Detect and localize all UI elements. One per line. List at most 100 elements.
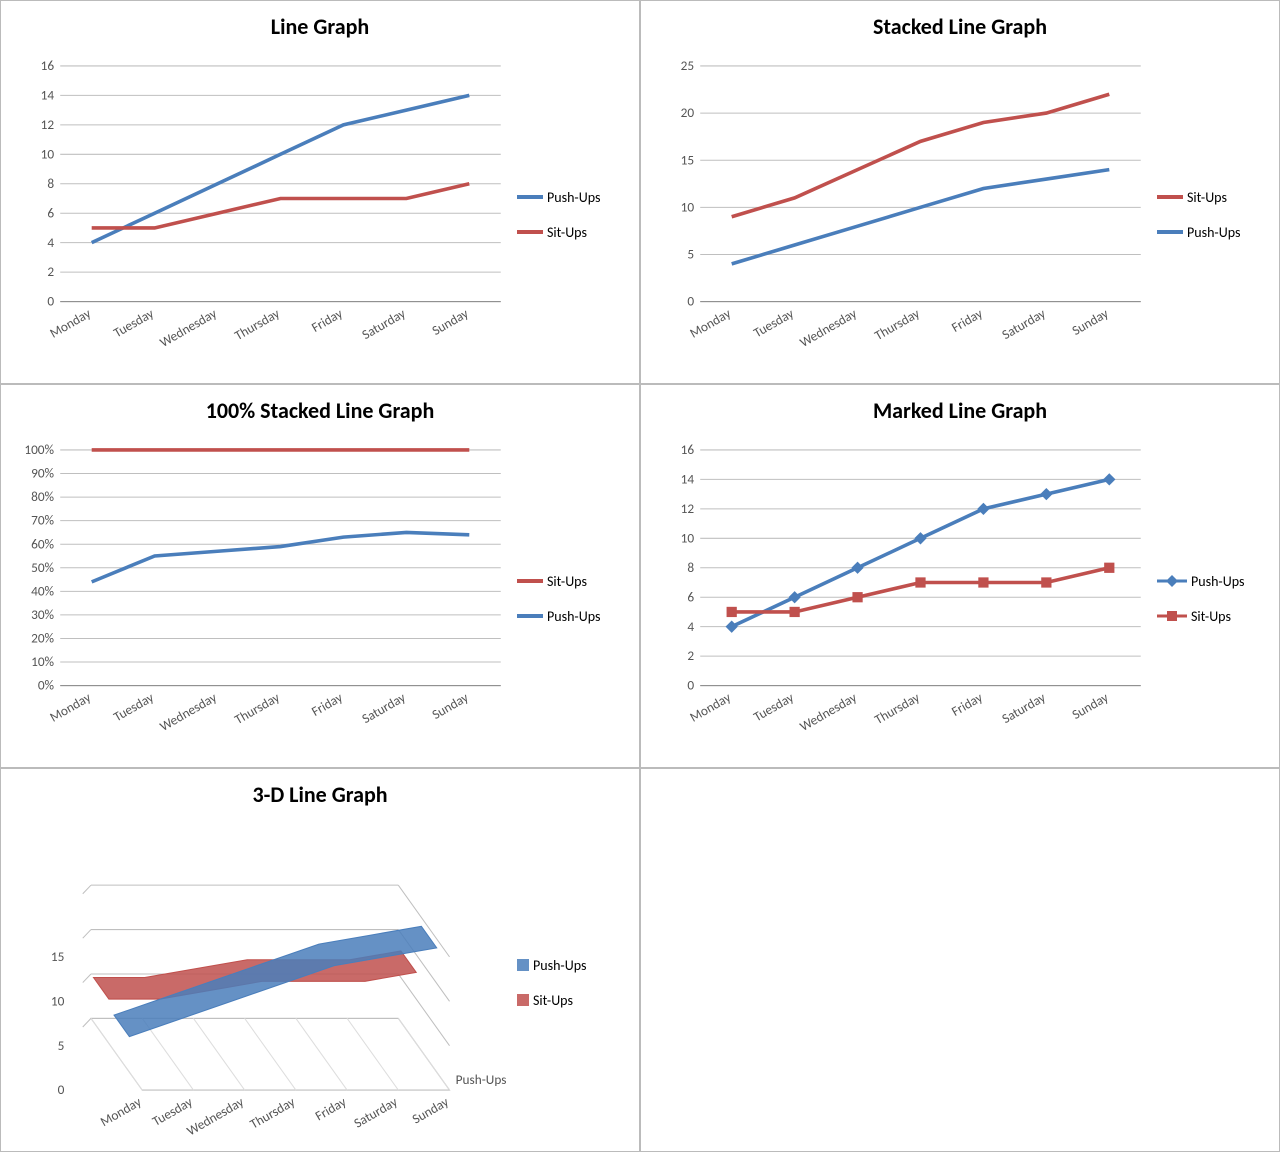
svg-text:Friday: Friday	[312, 1093, 349, 1124]
svg-text:Sunday: Sunday	[429, 305, 471, 339]
svg-text:10: 10	[681, 198, 695, 215]
legend-label: Sit-Ups	[547, 573, 587, 590]
legend-item: Sit-Ups	[1157, 189, 1271, 206]
svg-text:Thursday: Thursday	[231, 305, 282, 344]
legend-item: Push-Ups	[517, 608, 631, 625]
chart-svg: 0246810121416MondayTuesdayWednesdayThurs…	[649, 434, 1151, 763]
svg-text:Wednesday: Wednesday	[797, 305, 860, 351]
svg-text:70%: 70%	[31, 512, 54, 529]
svg-text:10%: 10%	[31, 653, 54, 670]
chart-svg: 0510152025MondayTuesdayWednesdayThursday…	[649, 50, 1151, 379]
chart-svg: 0246810121416MondayTuesdayWednesdayThurs…	[9, 50, 511, 379]
plot-area: 0%10%20%30%40%50%60%70%80%90%100%MondayT…	[9, 434, 511, 763]
svg-text:6: 6	[47, 204, 54, 221]
chart-panel-stacked: Stacked Line Graph0510152025MondayTuesda…	[641, 1, 1279, 383]
legend: Push-UpsSit-Ups	[511, 818, 631, 1147]
svg-text:Tuesday: Tuesday	[750, 689, 796, 726]
svg-text:Sunday: Sunday	[409, 1093, 451, 1127]
svg-text:12: 12	[41, 116, 55, 133]
svg-text:5: 5	[58, 1037, 65, 1054]
legend: Push-Ups Sit-Ups	[511, 50, 631, 379]
svg-text:Monday: Monday	[687, 305, 734, 342]
svg-text:20: 20	[681, 104, 695, 121]
legend-item: Push-Ups	[1157, 573, 1271, 590]
svg-text:Monday: Monday	[97, 1093, 144, 1130]
svg-text:Tuesday: Tuesday	[110, 305, 156, 342]
legend-label: Push-Ups	[1191, 573, 1244, 590]
legend-label: Push-Ups	[533, 957, 586, 974]
svg-text:25: 25	[681, 57, 694, 74]
svg-text:40%: 40%	[31, 582, 54, 599]
chart-panel-line: Line Graph0246810121416MondayTuesdayWedn…	[1, 1, 639, 383]
svg-text:50%: 50%	[31, 559, 54, 576]
svg-text:Friday: Friday	[308, 305, 345, 336]
svg-text:90%: 90%	[31, 465, 54, 482]
legend: Sit-Ups Push-Ups	[1151, 50, 1271, 379]
plot-area: 0246810121416MondayTuesdayWednesdayThurs…	[649, 434, 1151, 763]
chart-svg: 0%10%20%30%40%50%60%70%80%90%100%MondayT…	[9, 434, 511, 763]
svg-text:0: 0	[58, 1081, 65, 1098]
legend-item: Sit-Ups	[1157, 608, 1271, 625]
chart-title: Marked Line Graph	[649, 397, 1271, 424]
svg-text:16: 16	[41, 57, 55, 74]
svg-text:15: 15	[51, 948, 64, 965]
svg-text:10: 10	[51, 992, 65, 1009]
svg-text:2: 2	[47, 263, 54, 280]
legend-label: Push-Ups	[547, 608, 600, 625]
chart-panel-3d: 3-D Line Graph051015MondayTuesdayWednesd…	[1, 769, 639, 1151]
svg-text:8: 8	[687, 559, 694, 576]
legend-item: Push-Ups	[517, 189, 631, 206]
svg-text:Saturday: Saturday	[351, 1093, 401, 1131]
svg-text:Push-Ups: Push-Ups	[456, 1071, 507, 1088]
empty-panel	[641, 769, 1279, 1151]
legend-label: Sit-Ups	[547, 224, 587, 241]
svg-text:Saturday: Saturday	[999, 689, 1049, 727]
svg-text:Sunday: Sunday	[1069, 689, 1111, 723]
svg-text:0: 0	[687, 677, 694, 694]
chart-title: 100% Stacked Line Graph	[9, 397, 631, 424]
svg-text:Sunday: Sunday	[1069, 305, 1111, 339]
svg-text:0%: 0%	[38, 677, 55, 694]
svg-text:Wednesday: Wednesday	[184, 1093, 247, 1139]
svg-text:0: 0	[687, 293, 694, 310]
svg-text:10: 10	[41, 145, 55, 162]
charts-grid: Line Graph0246810121416MondayTuesdayWedn…	[0, 0, 1280, 1152]
svg-text:Sunday: Sunday	[429, 689, 471, 723]
svg-text:14: 14	[41, 87, 55, 104]
legend-label: Push-Ups	[1187, 224, 1240, 241]
svg-text:Saturday: Saturday	[999, 305, 1049, 343]
svg-text:15: 15	[681, 151, 694, 168]
legend-item: Sit-Ups	[517, 224, 631, 241]
svg-text:20%: 20%	[31, 630, 54, 647]
legend-label: Sit-Ups	[1191, 608, 1231, 625]
svg-text:8: 8	[47, 175, 54, 192]
chart-title: 3-D Line Graph	[9, 781, 631, 808]
plot-area: 0246810121416MondayTuesdayWednesdayThurs…	[9, 50, 511, 379]
legend-label: Sit-Ups	[1187, 189, 1227, 206]
svg-text:6: 6	[687, 588, 694, 605]
svg-text:80%: 80%	[31, 488, 54, 505]
svg-text:16: 16	[681, 441, 695, 458]
chart-panel-marked: Marked Line Graph0246810121416MondayTues…	[641, 385, 1279, 767]
legend-label: Push-Ups	[547, 189, 600, 206]
svg-text:60%: 60%	[31, 535, 54, 552]
plot-area: 051015MondayTuesdayWednesdayThursdayFrid…	[9, 818, 511, 1147]
svg-text:Wednesday: Wednesday	[157, 689, 220, 735]
svg-text:Tuesday: Tuesday	[110, 689, 156, 726]
svg-text:Friday: Friday	[948, 305, 985, 336]
svg-text:Monday: Monday	[47, 689, 94, 726]
svg-text:14: 14	[681, 471, 695, 488]
svg-text:4: 4	[687, 618, 694, 635]
svg-text:Wednesday: Wednesday	[157, 305, 220, 351]
legend-item: Push-Ups	[1157, 224, 1271, 241]
svg-text:Saturday: Saturday	[359, 305, 409, 343]
svg-text:Thursday: Thursday	[871, 305, 922, 344]
svg-text:Monday: Monday	[687, 689, 734, 726]
svg-text:30%: 30%	[31, 606, 54, 623]
legend: Sit-Ups Push-Ups	[511, 434, 631, 763]
svg-text:2: 2	[687, 647, 694, 664]
svg-text:Monday: Monday	[47, 305, 94, 342]
svg-text:Saturday: Saturday	[359, 689, 409, 727]
svg-text:Friday: Friday	[308, 689, 345, 720]
svg-text:Tuesday: Tuesday	[750, 305, 796, 342]
